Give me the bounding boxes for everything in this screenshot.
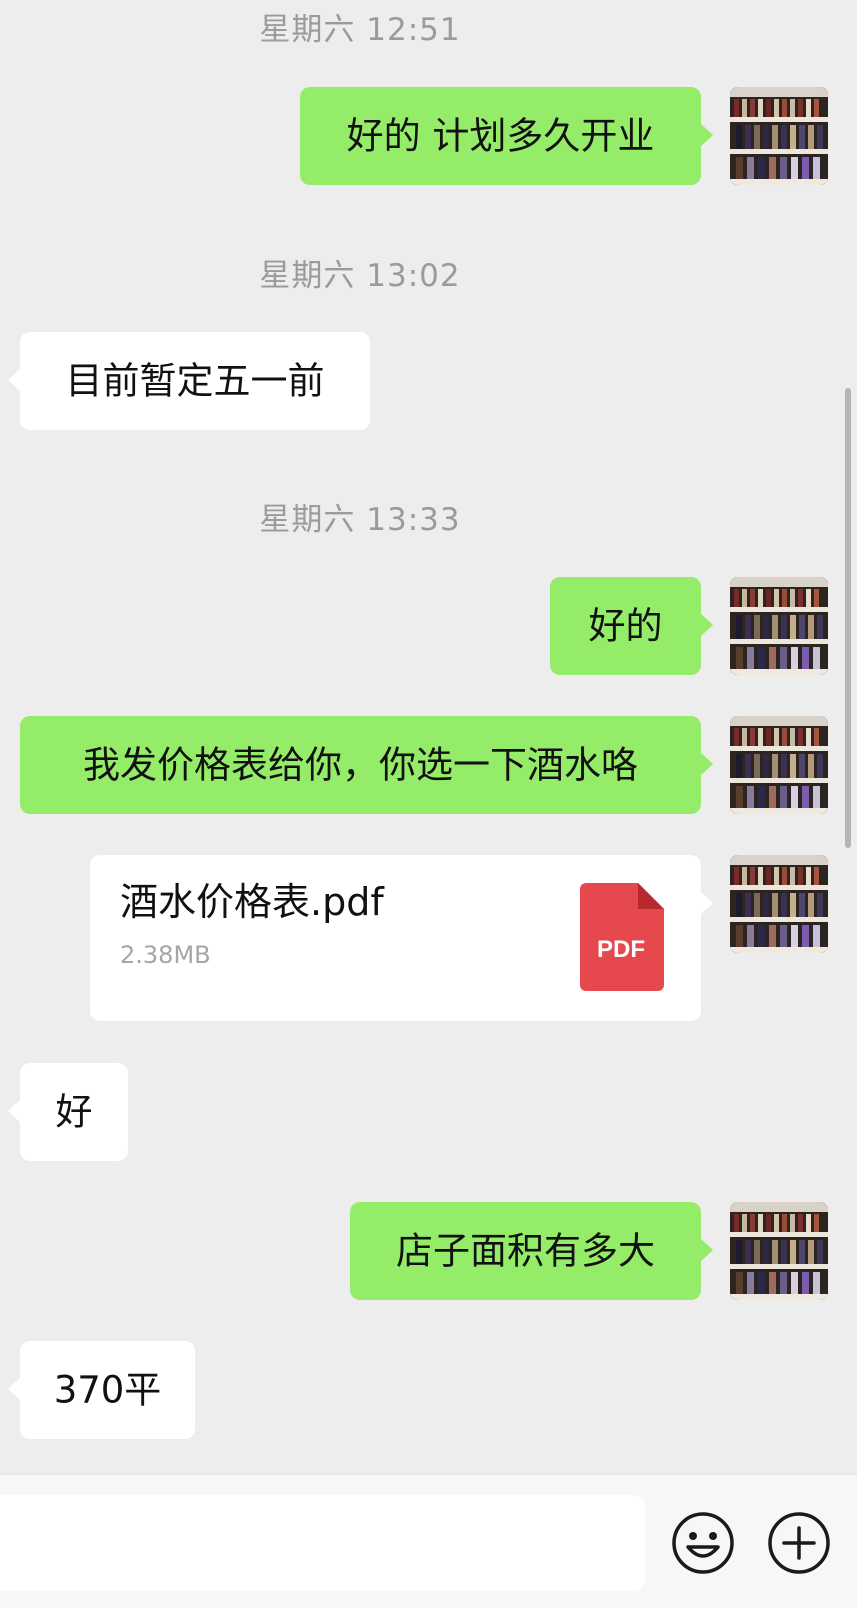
emoji-icon[interactable] [671, 1511, 735, 1575]
file-name: 酒水价格表.pdf [120, 880, 384, 924]
timestamp: 星期六 13:33 [259, 502, 461, 538]
message-bubble-sent[interactable]: 好的 计划多久开业 [300, 87, 713, 185]
message-text: 370平 [53, 1368, 162, 1412]
avatar-image [730, 87, 828, 185]
avatar-image [730, 716, 828, 814]
bubble-tail [700, 752, 713, 776]
message-text: 目前暂定五一前 [65, 359, 325, 403]
file-size: 2.38MB [120, 941, 211, 969]
timestamp: 星期六 13:02 [259, 258, 461, 294]
message-input-bar [0, 1474, 857, 1608]
avatar[interactable] [730, 855, 828, 953]
message-text: 好 [55, 1090, 93, 1134]
pdf-badge-label: PDF [597, 936, 645, 963]
message-text: 好的 [588, 604, 663, 648]
avatar[interactable] [730, 577, 828, 675]
pdf-file-icon: PDF [580, 883, 664, 991]
avatar[interactable] [730, 716, 828, 814]
bubble-tail [700, 891, 713, 915]
bubble-tail [8, 1377, 21, 1401]
message-bubble-sent[interactable]: 我发价格表给你，你选一下酒水咯 [20, 716, 713, 814]
avatar-image [730, 1202, 828, 1300]
bubble-tail [700, 1238, 713, 1262]
bubble-tail [700, 613, 713, 637]
avatar-image [730, 855, 828, 953]
avatar-image [730, 577, 828, 675]
message-bubble-received[interactable]: 目前暂定五一前 [8, 332, 370, 430]
message-text: 我发价格表给你，你选一下酒水咯 [83, 743, 638, 787]
chat-area[interactable]: 星期六 12:51 好的 计划多久开业 星期六 13:02 目前暂定五一前 星期… [0, 0, 857, 1474]
bubble-tail [8, 368, 21, 392]
message-bubble-received[interactable]: 好 [8, 1063, 128, 1161]
message-bubble-received[interactable]: 370平 [8, 1341, 195, 1439]
file-message-card[interactable]: 酒水价格表.pdf 2.38MB PDF [90, 855, 713, 1021]
avatar[interactable] [730, 1202, 828, 1300]
message-text: 店子面积有多大 [396, 1229, 655, 1273]
timestamp: 星期六 12:51 [259, 12, 461, 48]
message-bubble-sent[interactable]: 好的 [550, 577, 713, 675]
message-bubble-sent[interactable]: 店子面积有多大 [350, 1202, 713, 1300]
message-input[interactable] [0, 1495, 645, 1591]
scrollbar[interactable] [845, 388, 851, 848]
bubble-tail [700, 123, 713, 147]
avatar[interactable] [730, 87, 828, 185]
plus-icon[interactable] [767, 1511, 831, 1575]
message-text: 好的 计划多久开业 [346, 114, 655, 158]
bubble-tail [8, 1099, 21, 1123]
